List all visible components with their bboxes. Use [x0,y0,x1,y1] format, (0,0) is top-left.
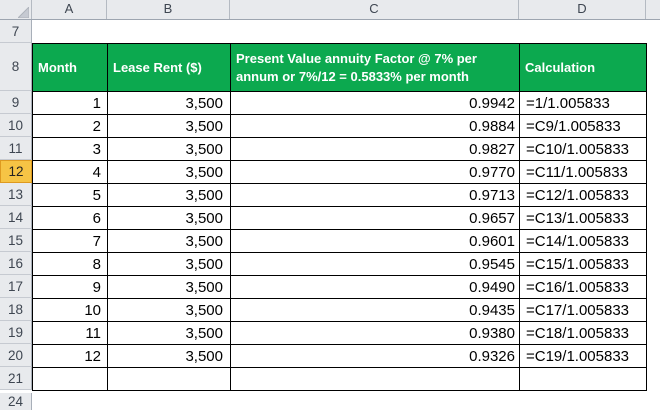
row-header-14[interactable]: 14 [0,206,32,229]
cell-lease-rent[interactable]: 3,500 [107,91,231,115]
cell-c21[interactable] [230,367,520,391]
cell-month[interactable]: 5 [32,183,108,207]
cell-lease-rent[interactable]: 3,500 [107,160,231,184]
row-header-12-selected[interactable]: 12 [0,160,32,183]
cell-calculation[interactable]: =C14/1.005833 [519,229,647,253]
select-all-button[interactable] [0,0,32,19]
cell-lease-rent[interactable]: 3,500 [107,229,231,253]
table-row-empty [32,367,647,391]
row-header-8[interactable]: 8 [0,43,32,91]
row-header-18[interactable]: 18 [0,298,32,321]
cell-lease-rent[interactable]: 3,500 [107,137,231,161]
cell-month[interactable]: 4 [32,160,108,184]
cell-pv-factor[interactable]: 0.9380 [230,321,520,345]
table-header-row: Month Lease Rent ($) Present Value annui… [32,43,647,92]
cell-pv-factor[interactable]: 0.9827 [230,137,520,161]
row-header-16[interactable]: 16 [0,252,32,275]
cell-month[interactable]: 6 [32,206,108,230]
cell-pv-factor[interactable]: 0.9326 [230,344,520,368]
header-cell-month[interactable]: Month [32,43,108,92]
cell-pv-factor[interactable]: 0.9490 [230,275,520,299]
spreadsheet: A B C D 7 8 9 10 11 12 13 14 15 16 17 18… [0,0,660,410]
row-header-strip: 7 8 9 10 11 12 13 14 15 16 17 18 19 20 2… [0,20,32,410]
cell-lease-rent[interactable]: 3,500 [107,298,231,322]
header-cell-calculation[interactable]: Calculation [519,43,647,92]
cell-calculation[interactable]: =C17/1.005833 [519,298,647,322]
cell-calculation[interactable]: =C19/1.005833 [519,344,647,368]
cell-month[interactable]: 9 [32,275,108,299]
column-header-b[interactable]: B [107,0,230,19]
row-header-7[interactable]: 7 [0,20,32,43]
cell-lease-rent[interactable]: 3,500 [107,275,231,299]
cell-month[interactable]: 3 [32,137,108,161]
lease-table: Month Lease Rent ($) Present Value annui… [32,43,647,391]
cell-lease-rent[interactable]: 3,500 [107,252,231,276]
table-row: 3 3,500 0.9827 =C10/1.005833 [32,137,647,161]
cell-pv-factor[interactable]: 0.9770 [230,160,520,184]
cell-month[interactable]: 8 [32,252,108,276]
cell-lease-rent[interactable]: 3,500 [107,321,231,345]
header-cell-pv-factor[interactable]: Present Value annuity Factor @ 7% per an… [230,43,520,92]
row-header-11[interactable]: 11 [0,137,32,160]
cell-calculation[interactable]: =C16/1.005833 [519,275,647,299]
column-header-d[interactable]: D [519,0,646,19]
cell-calculation[interactable]: =C9/1.005833 [519,114,647,138]
cell-month[interactable]: 1 [32,91,108,115]
cell-month[interactable]: 12 [32,344,108,368]
row-header-15[interactable]: 15 [0,229,32,252]
row-header-10[interactable]: 10 [0,114,32,137]
cell-b21[interactable] [107,367,231,391]
table-row: 12 3,500 0.9326 =C19/1.005833 [32,344,647,368]
cell-pv-factor[interactable]: 0.9713 [230,183,520,207]
cell-month[interactable]: 2 [32,114,108,138]
cell-month[interactable]: 10 [32,298,108,322]
select-all-triangle-icon [18,7,29,18]
table-row: 7 3,500 0.9601 =C14/1.005833 [32,229,647,253]
cell-pv-factor[interactable]: 0.9942 [230,91,520,115]
cell-calculation[interactable]: =1/1.005833 [519,91,647,115]
cell-calculation[interactable]: =C11/1.005833 [519,160,647,184]
column-header-e-sliver[interactable] [646,0,660,19]
row-header-20[interactable]: 20 [0,344,32,367]
column-header-a[interactable]: A [32,0,107,19]
row-header-19[interactable]: 19 [0,321,32,344]
cell-pv-factor[interactable]: 0.9601 [230,229,520,253]
cell-lease-rent[interactable]: 3,500 [107,206,231,230]
table-row: 11 3,500 0.9380 =C18/1.005833 [32,321,647,345]
cell-month[interactable]: 7 [32,229,108,253]
table-row: 5 3,500 0.9713 =C12/1.005833 [32,183,647,207]
cell-calculation[interactable]: =C15/1.005833 [519,252,647,276]
table-row: 8 3,500 0.9545 =C15/1.005833 [32,252,647,276]
cell-pv-factor[interactable]: 0.9435 [230,298,520,322]
row-header-13[interactable]: 13 [0,183,32,206]
table-row: 9 3,500 0.9490 =C16/1.005833 [32,275,647,299]
cell-month[interactable]: 11 [32,321,108,345]
cell-calculation[interactable]: =C13/1.005833 [519,206,647,230]
row-header-17[interactable]: 17 [0,275,32,298]
cell-calculation[interactable]: =C10/1.005833 [519,137,647,161]
cell-pv-factor[interactable]: 0.9884 [230,114,520,138]
table-row: 6 3,500 0.9657 =C13/1.005833 [32,206,647,230]
row-header-24[interactable]: 24 [0,393,32,410]
header-cell-lease-rent[interactable]: Lease Rent ($) [107,43,231,92]
table-row: 10 3,500 0.9435 =C17/1.005833 [32,298,647,322]
cell-d21[interactable] [519,367,647,391]
column-header-c[interactable]: C [230,0,519,19]
cell-calculation[interactable]: =C12/1.005833 [519,183,647,207]
table-row: 2 3,500 0.9884 =C9/1.005833 [32,114,647,138]
cell-a21[interactable] [32,367,108,391]
cell-pv-factor[interactable]: 0.9657 [230,206,520,230]
column-header-strip: A B C D [0,0,660,20]
table-row: 1 3,500 0.9942 =1/1.005833 [32,91,647,115]
cell-pv-factor[interactable]: 0.9545 [230,252,520,276]
row-header-21[interactable]: 21 [0,367,32,390]
table-row: 4 3,500 0.9770 =C11/1.005833 [32,160,647,184]
cell-lease-rent[interactable]: 3,500 [107,344,231,368]
cell-lease-rent[interactable]: 3,500 [107,114,231,138]
cell-calculation[interactable]: =C18/1.005833 [519,321,647,345]
row-header-9[interactable]: 9 [0,91,32,114]
cell-lease-rent[interactable]: 3,500 [107,183,231,207]
